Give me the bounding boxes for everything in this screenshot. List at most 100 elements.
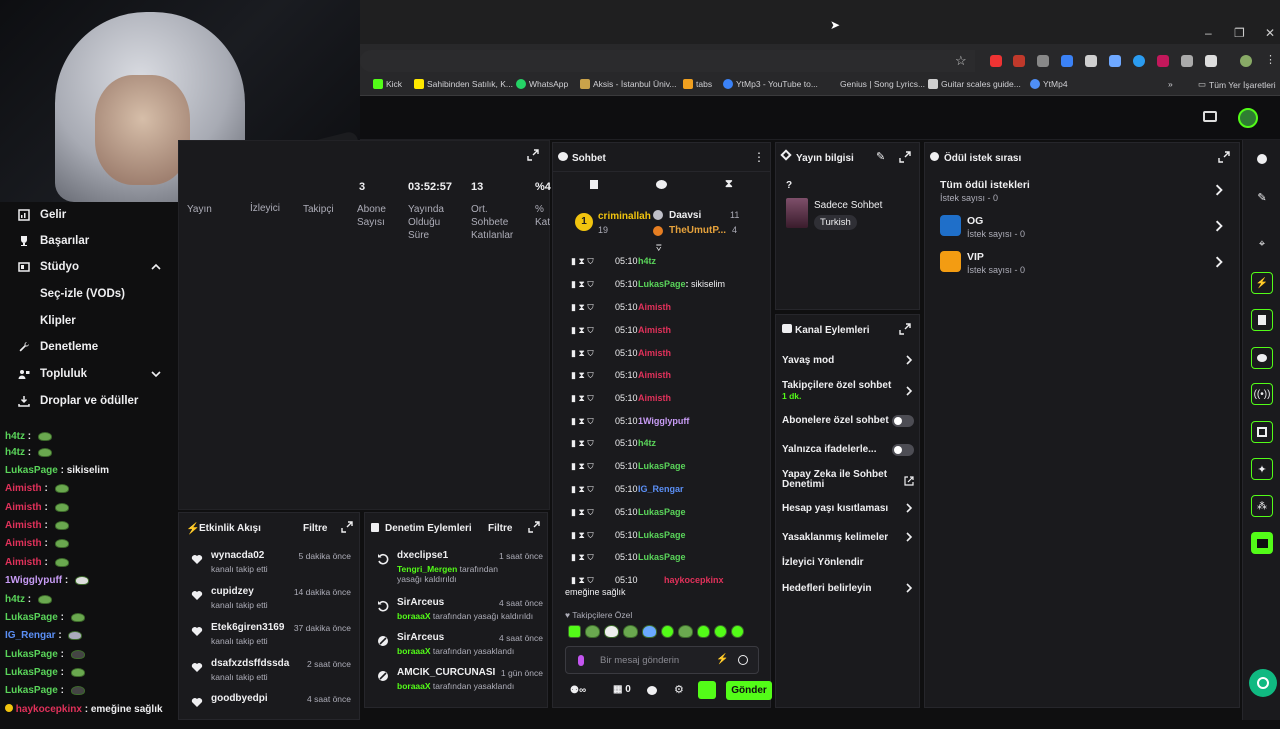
action-banned-words[interactable]: Yasaklanmış kelimeler bbox=[776, 532, 921, 550]
action-account-age[interactable]: Hesap yaşı kısıtlaması bbox=[776, 503, 921, 521]
message-tools-icon[interactable]: ▮ ⧗ ⛉ bbox=[571, 325, 613, 335]
chat-message[interactable]: ▮ ⧗ ⛉ 05:10 Aimisth bbox=[553, 321, 763, 339]
chat-message[interactable]: ▮ ⧗ ⛉ 05:10 LukasPage: sikiselim bbox=[553, 275, 763, 293]
chat-message[interactable]: ▮ ⧗ ⛉ 05:10 1Wigglypuff bbox=[553, 412, 763, 430]
popout-icon[interactable] bbox=[1218, 151, 1230, 163]
pencil-icon[interactable]: ✎ bbox=[1251, 186, 1273, 208]
all-bookmarks[interactable]: ▭ Tüm Yer İşaretleri bbox=[1198, 79, 1276, 90]
message-tools-icon[interactable]: ▮ ⧗ ⛉ bbox=[571, 484, 613, 494]
trash-icon[interactable] bbox=[590, 180, 598, 189]
bookmark-item[interactable]: YtMp4 bbox=[1030, 79, 1068, 89]
document-icon[interactable] bbox=[1251, 309, 1273, 331]
action-emotes-only[interactable]: Yalnızca ifadelerle... bbox=[776, 444, 921, 462]
feed-item[interactable]: dsafxzdsffdssda kanalı takip etti 2 saat… bbox=[179, 658, 357, 694]
message-tools-icon[interactable]: ▮ ⧗ ⛉ bbox=[571, 370, 613, 380]
top-chatter-name[interactable]: TheUmutP... bbox=[669, 225, 726, 236]
chat-bubble-icon[interactable] bbox=[656, 180, 667, 189]
message-tools-icon[interactable]: ▮ ⧗ ⛉ bbox=[571, 348, 613, 358]
extension-icon[interactable] bbox=[1133, 55, 1145, 67]
message-tools-icon[interactable]: ▮ ⧗ ⛉ bbox=[571, 256, 613, 266]
chat-message[interactable]: ▮ ⧗ ⛉ 05:10 h4tz bbox=[553, 434, 763, 452]
chat-bubble-icon[interactable] bbox=[647, 686, 657, 695]
camera-icon[interactable]: ⌖ bbox=[1251, 233, 1273, 255]
extension-icon[interactable] bbox=[1181, 55, 1193, 67]
star-icon[interactable]: ☆ bbox=[955, 53, 967, 69]
reward-item-all[interactable]: Tüm ödül istekleri İstek sayısı - 0 bbox=[925, 177, 1239, 205]
action-followers-only[interactable]: Takipçilere özel sohbet 1 dk. bbox=[776, 380, 921, 404]
action-ai-moderation[interactable]: Yapay Zeka ile Sohbet Denetimi bbox=[776, 470, 921, 494]
feed-item[interactable]: Etek6giren3169 kanalı takip etti 37 daki… bbox=[179, 622, 357, 658]
chat-message[interactable]: ▮ ⧗ ⛉ 05:10 LukasPage bbox=[553, 503, 763, 521]
emoji-icon[interactable] bbox=[738, 655, 748, 665]
chat-input[interactable]: Bir mesaj gönderin ⚡ bbox=[565, 646, 759, 674]
chat-message[interactable]: ▮ ⧗ ⛉ 05:10 IG_Rengar bbox=[553, 480, 763, 498]
info-icon[interactable] bbox=[1251, 148, 1273, 170]
top-chatter-name[interactable]: criminallah bbox=[598, 211, 651, 222]
nav-item-studyo[interactable]: Stüdyo bbox=[0, 254, 178, 280]
profile-avatar[interactable] bbox=[1240, 55, 1252, 67]
nav-item-gelir[interactable]: Gelir bbox=[0, 202, 178, 228]
message-tools-icon[interactable]: ▮ ⧗ ⛉ bbox=[571, 552, 613, 562]
popout-icon[interactable] bbox=[899, 151, 911, 163]
puzzle-icon[interactable] bbox=[1205, 55, 1217, 67]
extension-icon[interactable] bbox=[1157, 55, 1169, 67]
popout-icon[interactable] bbox=[341, 521, 353, 533]
extension-icon[interactable] bbox=[1037, 55, 1049, 67]
category-thumbnail[interactable] bbox=[786, 198, 808, 228]
message-tools-icon[interactable]: ▮ ⧗ ⛉ bbox=[571, 279, 613, 289]
filter-button[interactable]: Filtre bbox=[303, 523, 327, 534]
action-slow-mode[interactable]: Yavaş mod bbox=[776, 355, 921, 373]
action-raid[interactable]: İzleyici Yönlendir bbox=[776, 557, 921, 575]
extension-icon[interactable] bbox=[1085, 55, 1097, 67]
message-tools-icon[interactable]: ▮ ⧗ ⛉ bbox=[571, 575, 613, 585]
emote-icon[interactable] bbox=[642, 625, 657, 638]
emote-icon[interactable] bbox=[568, 625, 581, 638]
clapper-icon[interactable] bbox=[1251, 532, 1273, 554]
emote-icon[interactable] bbox=[678, 625, 693, 638]
feed-item[interactable]: wynacda02 kanalı takip etti 5 dakika önc… bbox=[179, 550, 357, 586]
extension-icon[interactable] bbox=[1061, 55, 1073, 67]
extension-icon[interactable] bbox=[1013, 55, 1025, 67]
send-button[interactable]: Gönder bbox=[726, 681, 772, 700]
mod-action-item[interactable]: dxeclipse1 Tengri_Mergen tarafından yasa… bbox=[365, 550, 549, 584]
community-icon[interactable]: ⁂ bbox=[1251, 495, 1273, 517]
nav-item-topluluk[interactable]: Topluluk bbox=[0, 361, 178, 387]
emote-icon[interactable] bbox=[731, 625, 744, 638]
emotes-only-toggle[interactable] bbox=[892, 444, 914, 456]
kick-logo-icon[interactable] bbox=[698, 681, 716, 699]
chevron-down-icon[interactable] bbox=[150, 368, 162, 380]
chat-message[interactable]: ▮ ⧗ ⛉ 05:10 Aimisth bbox=[553, 344, 763, 362]
emote-icon[interactable] bbox=[697, 625, 710, 638]
message-tools-icon[interactable]: ▮ ⧗ ⛉ bbox=[571, 416, 613, 426]
feed-item[interactable]: cupidzey kanalı takip etti 14 dakika önc… bbox=[179, 586, 357, 622]
edit-icon[interactable]: ✎ bbox=[876, 150, 885, 163]
minimize-icon[interactable]: – bbox=[1205, 26, 1212, 40]
message-tools-icon[interactable]: ▮ ⧗ ⛉ bbox=[571, 507, 613, 517]
chat-message[interactable]: ▮ ⧗ ⛉ 05:10 Aimisth bbox=[553, 389, 763, 407]
nav-item-klipler[interactable]: Klipler bbox=[0, 308, 178, 334]
chat-message[interactable]: ▮ ⧗ ⛉ 05:10 LukasPage bbox=[553, 457, 763, 475]
emote-icon[interactable] bbox=[661, 625, 674, 638]
bookmark-item[interactable]: Aksis - İstanbul Üniv... bbox=[580, 79, 676, 89]
more-bookmarks-button[interactable]: » bbox=[1168, 79, 1173, 89]
broadcast-icon[interactable]: ((•)) bbox=[1251, 383, 1273, 405]
chevron-up-icon[interactable] bbox=[150, 261, 162, 273]
subscribers-only-toggle[interactable] bbox=[892, 415, 914, 427]
reward-item-og[interactable]: OG İstek sayısı - 0 bbox=[925, 213, 1239, 243]
message-tools-icon[interactable]: ▮ ⧗ ⛉ bbox=[571, 461, 613, 471]
restore-icon[interactable]: ❐ bbox=[1234, 26, 1245, 40]
mic-icon[interactable] bbox=[578, 655, 584, 666]
bookmark-item[interactable]: Genius | Song Lyrics... bbox=[827, 79, 925, 89]
avatar[interactable] bbox=[1238, 108, 1258, 128]
menu-icon[interactable]: ⋮ bbox=[753, 150, 765, 164]
close-icon[interactable]: ✕ bbox=[1265, 26, 1275, 40]
nav-item-vods[interactable]: Seç-izle (VODs) bbox=[0, 281, 178, 307]
emote-icon[interactable] bbox=[714, 625, 727, 638]
chat-message[interactable]: ▮ ⧗ ⛉ 05:10 h4tz bbox=[553, 252, 763, 270]
bookmark-item[interactable]: Sahibinden Satılık, K... bbox=[414, 79, 513, 89]
message-tools-icon[interactable]: ▮ ⧗ ⛉ bbox=[571, 530, 613, 540]
bookmark-item[interactable]: Kick bbox=[373, 79, 402, 89]
wrench-icon[interactable]: ✦ bbox=[1251, 458, 1273, 480]
support-icon[interactable] bbox=[1249, 669, 1277, 697]
reward-item-vip[interactable]: VIP İstek sayısı - 0 bbox=[925, 249, 1239, 279]
